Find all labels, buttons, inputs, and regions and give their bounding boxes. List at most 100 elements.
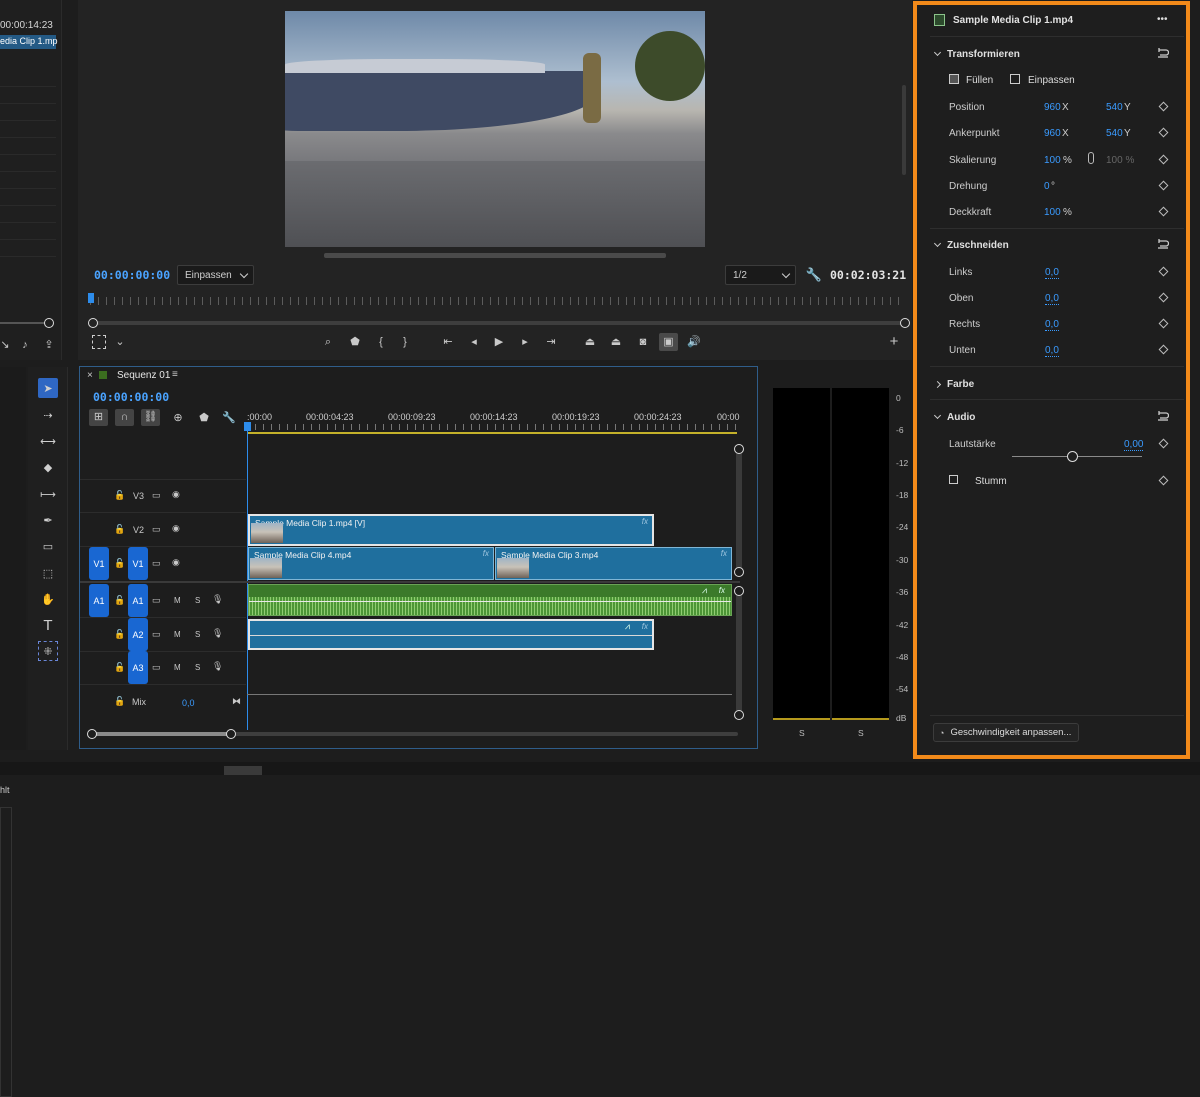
zoom-slider-track[interactable] <box>0 322 50 324</box>
clip-v1-sample-media-clip-3[interactable]: Sample Media Clip 3.mp4 fx <box>495 547 732 580</box>
source-patch-v1[interactable]: V1 <box>89 547 109 580</box>
lock-icon[interactable]: 🔓 <box>114 490 125 501</box>
fill-icon[interactable] <box>949 74 959 84</box>
audio-scroll-handle-bottom[interactable] <box>734 710 744 720</box>
step-forward-icon[interactable]: ▸ <box>518 335 532 349</box>
compare-view-icon[interactable]: ▣ <box>659 333 678 351</box>
microphone-icon[interactable]: 🎙 <box>212 628 223 639</box>
solo-button[interactable]: S <box>195 630 200 639</box>
sync-lock-icon[interactable]: ▭ <box>152 629 161 640</box>
track-target-a3[interactable]: A3 <box>128 651 148 684</box>
position-x-value[interactable]: 960 <box>1044 102 1061 113</box>
export-icon[interactable]: ⇪ <box>42 338 56 352</box>
track-target-v1[interactable]: V1 <box>128 547 148 580</box>
crop-top-value[interactable]: 0,0 <box>1045 293 1059 305</box>
add-marker-icon[interactable]: ⊕ <box>170 410 186 426</box>
fit-dropdown[interactable]: Einpassen <box>177 265 254 285</box>
video-scrollbar[interactable] <box>736 448 742 572</box>
export-frame-search-icon[interactable]: ⌕ <box>321 335 335 349</box>
program-ruler[interactable] <box>90 297 906 305</box>
fit-option[interactable]: Einpassen <box>1028 75 1075 86</box>
playhead-marker[interactable] <box>88 293 94 303</box>
rectangle-tool-icon[interactable]: ▭ <box>38 536 58 556</box>
wrench-icon[interactable]: 🔧 <box>806 266 822 282</box>
track-select-tool-icon[interactable]: ⇢ <box>38 405 58 425</box>
section-audio[interactable]: Audio <box>933 411 975 423</box>
play-icon[interactable]: ▶ <box>492 335 506 349</box>
anchor-y-value[interactable]: 540 <box>1106 128 1123 139</box>
zoom-handle-right[interactable] <box>900 318 910 328</box>
resolution-dropdown[interactable]: 1/2 <box>725 265 796 285</box>
eye-icon[interactable]: ◉ <box>172 489 180 500</box>
link-chain-icon[interactable] <box>1088 152 1094 164</box>
timeline-ruler-ticks[interactable] <box>247 424 739 430</box>
crop-bottom-value[interactable]: 0,0 <box>1045 345 1059 357</box>
razor-tool-icon[interactable]: ◆ <box>38 457 58 477</box>
lock-icon[interactable]: 🔓 <box>114 662 125 673</box>
wrench-icon[interactable]: 🔧 <box>222 410 236 426</box>
track-target-a1[interactable]: A1 <box>128 584 148 617</box>
mute-checkbox[interactable] <box>949 475 958 484</box>
lock-icon[interactable]: 🔓 <box>114 595 125 606</box>
reset-icon[interactable] <box>1157 48 1169 58</box>
fill-option[interactable]: Füllen <box>966 75 993 86</box>
solo-button[interactable]: S <box>195 596 200 605</box>
marker-icon[interactable]: ⬟ <box>348 335 362 349</box>
speed-button[interactable]: ◔ Geschwindigkeit anpassen... <box>933 723 1079 742</box>
ripple-edit-tool-icon[interactable]: ⟷ <box>38 431 58 451</box>
linked-selection-icon[interactable]: ⛓ <box>141 409 160 426</box>
mark-in-icon[interactable]: { <box>376 335 386 349</box>
snap-magnet-icon[interactable]: ∩ <box>115 409 134 426</box>
sync-lock-icon[interactable]: ▭ <box>152 524 161 535</box>
taskbar-item[interactable] <box>224 766 262 775</box>
zoom-handle-left[interactable] <box>88 318 98 328</box>
go-to-in-icon[interactable]: ⇤ <box>440 335 456 349</box>
go-to-out-icon[interactable]: ⇥ <box>543 335 559 349</box>
microphone-icon[interactable]: 🎙 <box>212 661 223 672</box>
section-color[interactable]: Farbe <box>933 379 974 390</box>
crop-right-value[interactable]: 0,0 <box>1045 319 1059 331</box>
work-area-bar[interactable] <box>247 432 737 434</box>
pen-tool-icon[interactable]: ✒ <box>38 510 58 530</box>
section-crop[interactable]: Zuschneiden <box>933 239 1009 251</box>
audio-note-icon[interactable]: ♪ <box>18 338 32 352</box>
mute-button[interactable]: M <box>174 630 181 639</box>
scale-value[interactable]: 100 <box>1044 155 1061 166</box>
fit-icon[interactable] <box>1010 74 1020 84</box>
zoom-slider-handle[interactable] <box>44 318 54 328</box>
chevron-down-icon[interactable]: ⌄ <box>114 336 126 348</box>
clip-v2-sample-media-clip-1[interactable]: Sample Media Clip 1.mp4 [V] fx <box>248 514 654 546</box>
position-y-value[interactable]: 540 <box>1106 102 1123 113</box>
lock-icon[interactable]: 🔓 <box>114 696 125 707</box>
eye-icon[interactable]: ◉ <box>172 557 180 568</box>
add-button-icon[interactable]: + <box>887 334 901 349</box>
slip-tool-icon[interactable]: ⟼ <box>38 484 58 504</box>
volume-slider-handle[interactable] <box>1067 451 1078 462</box>
timeline-zoom-handle-left[interactable] <box>87 729 97 739</box>
hand-tool-icon[interactable]: ✋ <box>38 589 58 609</box>
sequence-tab[interactable]: Sequenz 01 <box>117 370 170 381</box>
speaker-icon[interactable]: 🔊 <box>686 335 702 349</box>
text-select-tool-icon[interactable]: ⁜ <box>38 641 58 661</box>
mix-value[interactable]: 0,0 <box>182 698 195 708</box>
source-clip-item[interactable]: edia Clip 1.mp <box>0 35 58 49</box>
section-transform[interactable]: Transformieren <box>933 48 1020 60</box>
source-patch-a1[interactable]: A1 <box>89 584 109 617</box>
crop-select-tool-icon[interactable]: ⬚ <box>38 563 58 583</box>
clip-a2-audio[interactable]: fx ⩘ <box>248 619 654 650</box>
mix-end-icon[interactable]: ⧓ <box>232 696 241 707</box>
video-scroll-handle-top[interactable] <box>734 444 744 454</box>
mute-button[interactable]: M <box>174 596 181 605</box>
eye-icon[interactable]: ◉ <box>172 523 180 534</box>
sync-lock-icon[interactable]: ▭ <box>152 490 161 501</box>
volume-rubber-band[interactable] <box>250 635 652 636</box>
lift-icon[interactable]: ⏏ <box>582 335 598 349</box>
sync-lock-icon[interactable]: ▭ <box>152 595 161 606</box>
sequence-timecode[interactable]: 00:00:00:00 <box>93 390 169 404</box>
monitor-side-scrollbar[interactable] <box>902 85 906 175</box>
arrow-down-icon[interactable]: ↘ <box>0 338 10 352</box>
marker-icon[interactable]: ⬟ <box>197 410 211 426</box>
meter-solo-right[interactable]: S <box>858 728 864 738</box>
nest-icon[interactable]: ⊞ <box>89 409 108 426</box>
tab-menu-icon[interactable]: ≡ <box>172 369 178 380</box>
